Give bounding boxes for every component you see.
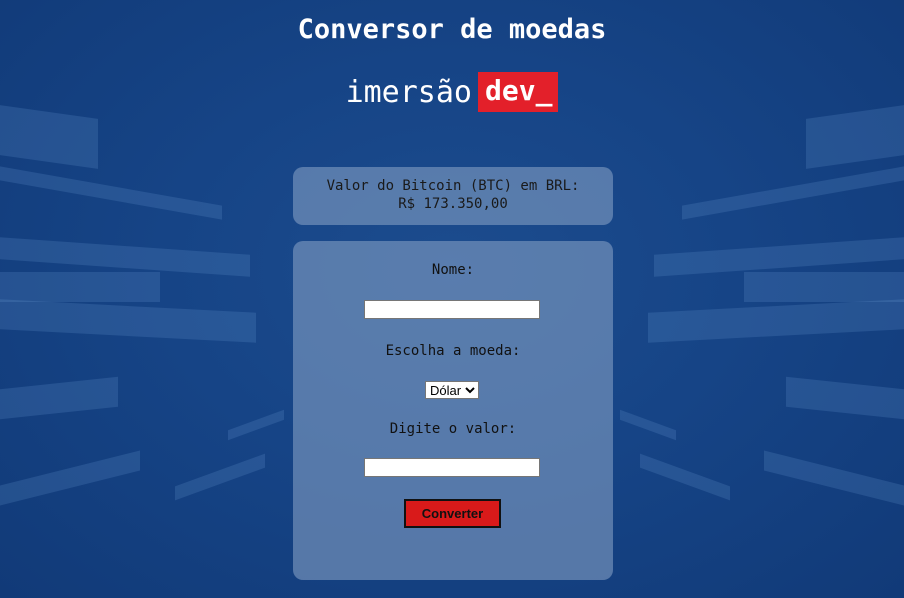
background-streak (744, 272, 904, 302)
currency-label: Escolha a moeda: (385, 343, 521, 359)
background-streak (0, 272, 160, 302)
page-title: Conversor de moedas (297, 14, 607, 45)
currency-select-wrapper: Dólar (425, 380, 479, 399)
bitcoin-price-label: Valor do Bitcoin (BTC) em BRL: (326, 178, 580, 194)
bitcoin-price-panel: Valor do Bitcoin (BTC) em BRL: R$ 173.35… (293, 167, 613, 225)
convert-button[interactable]: Converter (404, 499, 501, 528)
converter-form: Nome: Escolha a moeda: Dólar Digite o va… (293, 241, 613, 580)
currency-select[interactable]: Dólar (425, 381, 479, 399)
logo-badge: dev_ (478, 72, 559, 112)
bitcoin-price-value: R$ 173.350,00 (398, 196, 508, 212)
amount-label: Digite o valor: (389, 421, 517, 437)
name-label: Nome: (431, 262, 475, 278)
name-input[interactable] (364, 300, 540, 319)
imersao-dev-logo: imersão dev_ (0, 72, 904, 112)
amount-input[interactable] (364, 458, 540, 477)
logo-text: imersão (345, 74, 472, 110)
